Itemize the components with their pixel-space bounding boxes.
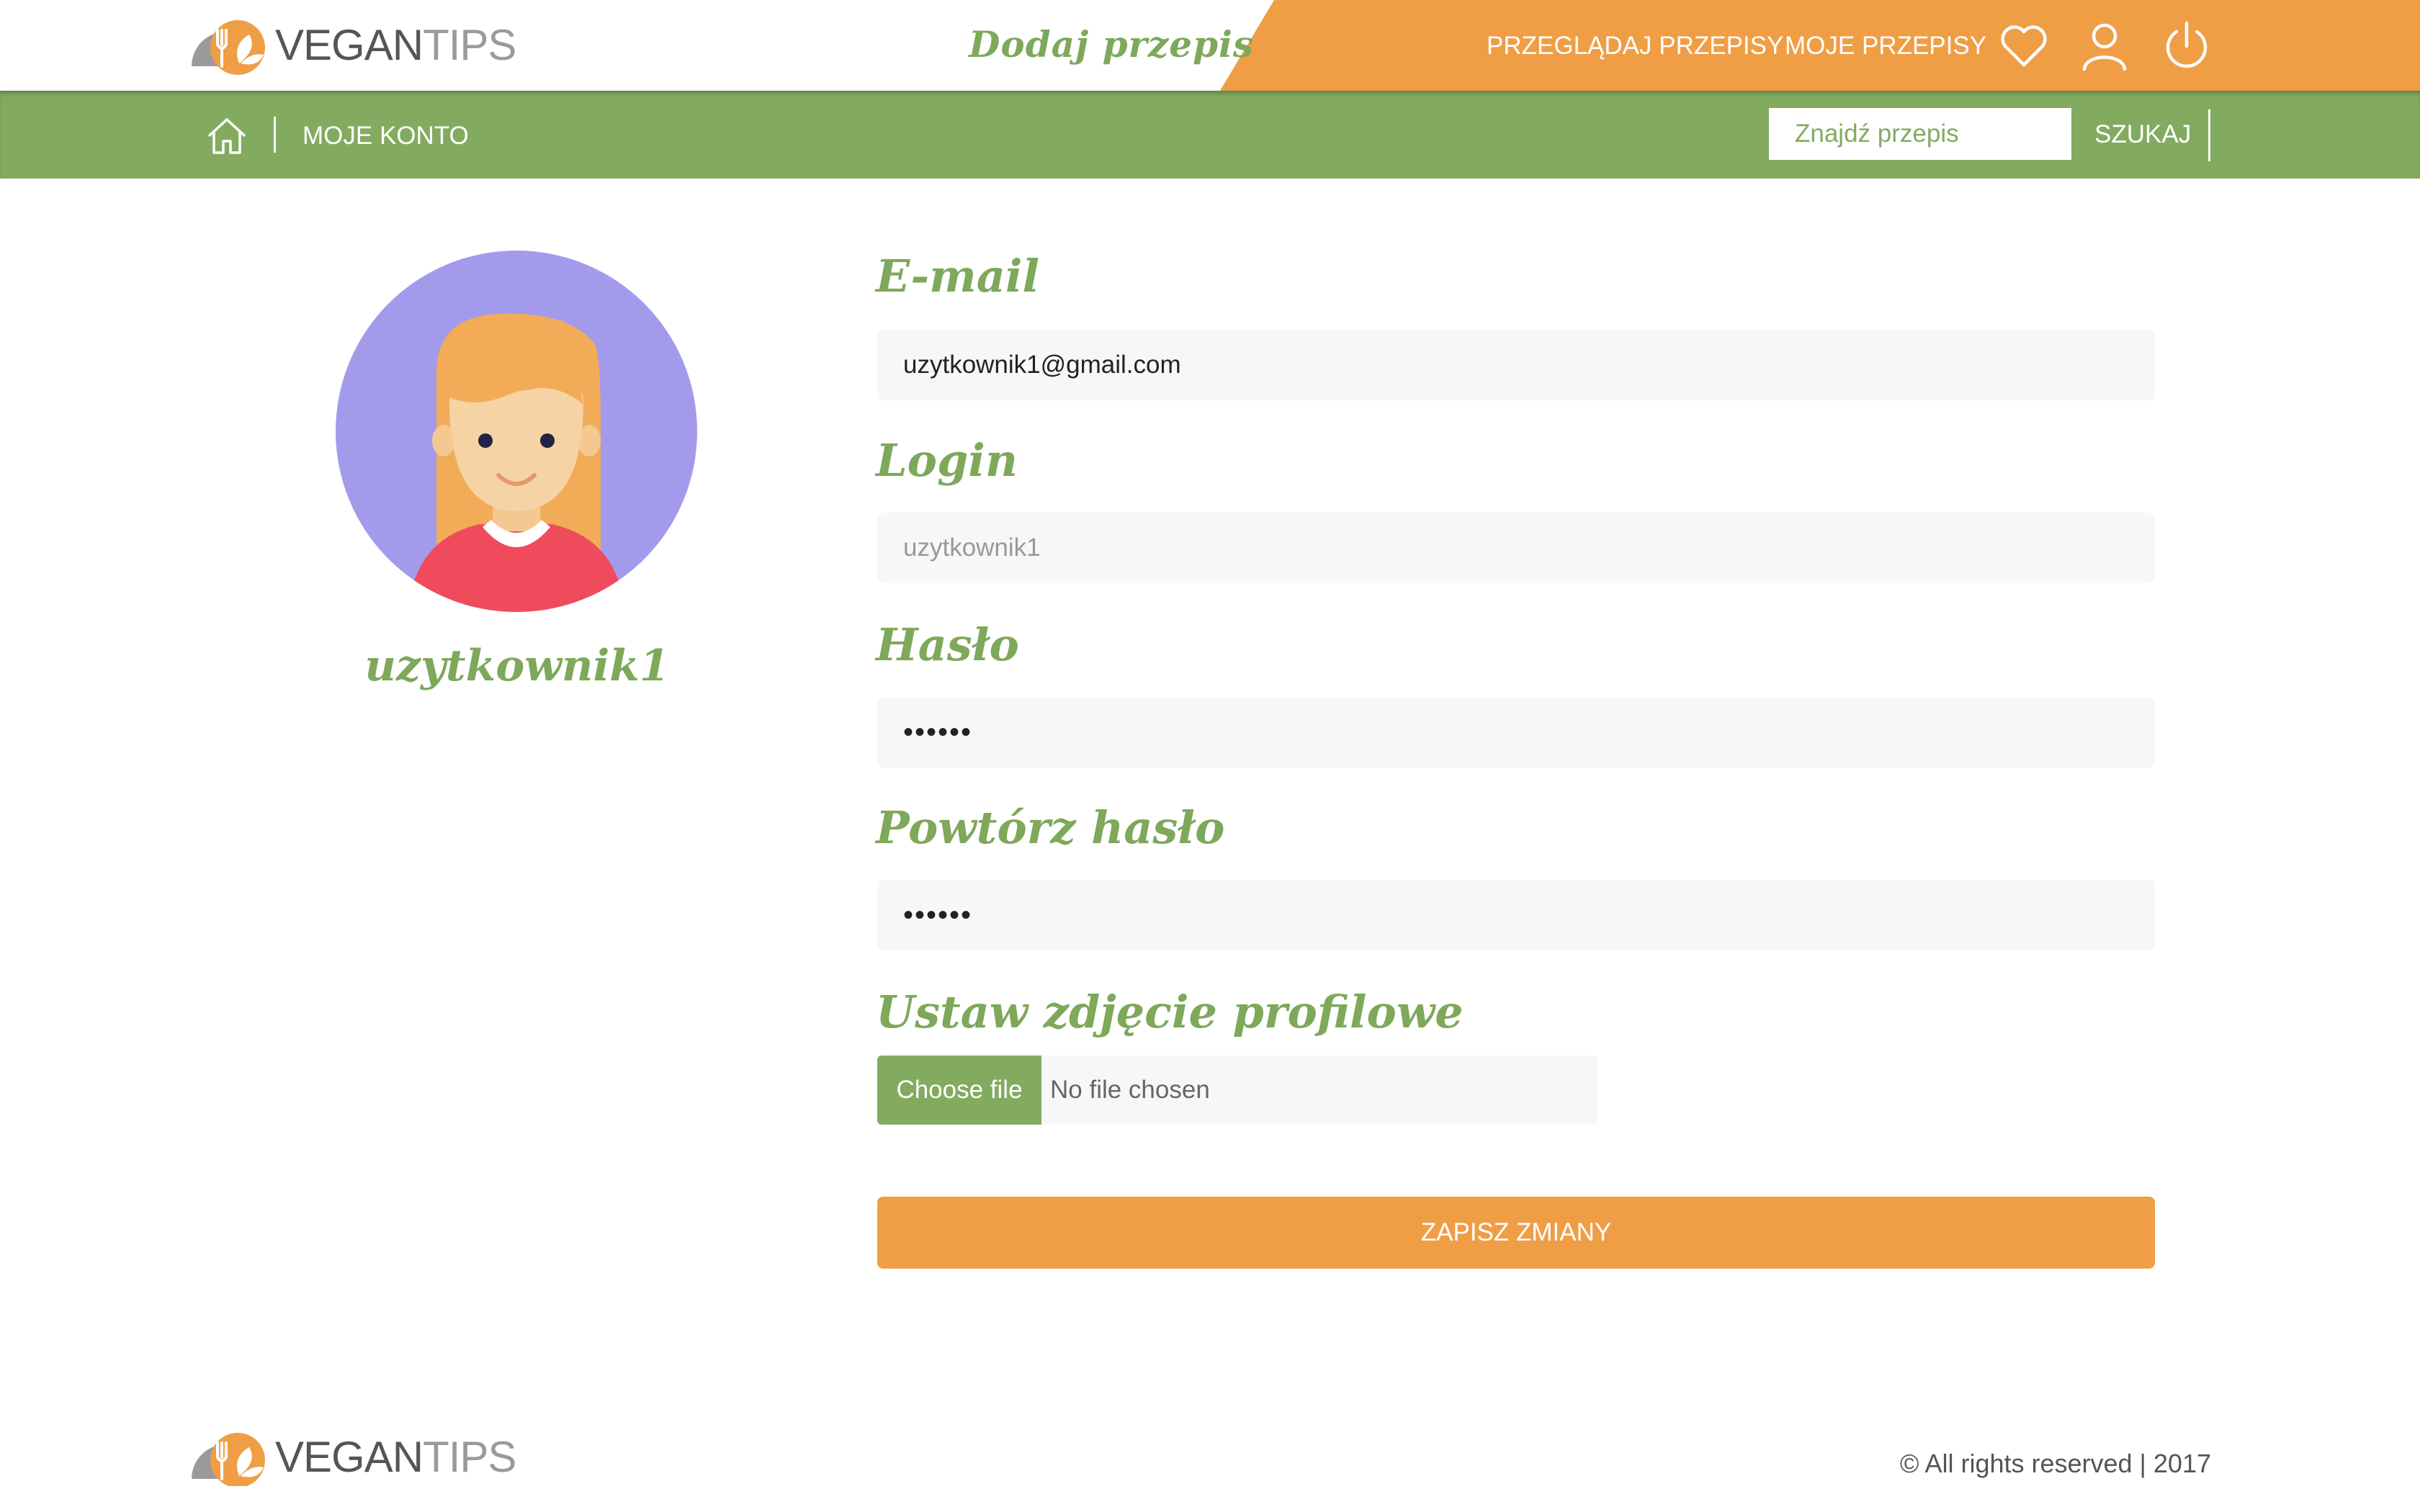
logo-text: VEGANTIPS <box>275 16 516 75</box>
logo-text-primary: VEGAN <box>275 21 424 69</box>
email-field[interactable]: uzytkownik1@gmail.com <box>877 330 2155 400</box>
search-button[interactable]: SZUKAJ <box>2094 117 2191 153</box>
avatar-illustration <box>336 251 697 612</box>
heart-icon[interactable] <box>1996 19 2051 73</box>
logo-text-secondary: TIPS <box>423 21 516 69</box>
email-label: E-mail <box>876 250 1040 302</box>
breadcrumb-divider <box>274 117 276 153</box>
nav-my-recipes[interactable]: MOJE PRZEPISY <box>1785 29 1986 63</box>
choose-file-button[interactable]: Choose file <box>877 1056 1041 1125</box>
profile-photo-file-input[interactable]: Choose file No file chosen <box>877 1056 1597 1125</box>
search-input[interactable] <box>1769 108 2071 160</box>
copyright-text: © All rights reserved | 2017 <box>1899 1449 2211 1478</box>
logo-icon <box>192 1433 265 1486</box>
login-field[interactable]: uzytkownik1 <box>877 513 2155 583</box>
password-repeat-label: Powtórz hasło <box>876 801 1225 854</box>
power-icon[interactable] <box>2159 19 2214 73</box>
login-label: Login <box>876 434 1018 487</box>
breadcrumb-my-account[interactable]: MOJE KONTO <box>302 118 469 154</box>
footer-logo-text-secondary: TIPS <box>423 1433 516 1481</box>
password-repeat-field[interactable]: •••••• <box>877 880 2155 950</box>
profile-username: uzytkownik1 <box>364 641 670 691</box>
footer-logo[interactable]: VEGANTIPS <box>189 1428 516 1486</box>
nav-browse-recipes[interactable]: PRZEGLĄDAJ PRZEPISY <box>1487 29 1783 63</box>
footer-logo-text: VEGANTIPS <box>275 1428 516 1486</box>
footer-logo-text-primary: VEGAN <box>275 1433 424 1481</box>
logo[interactable]: VEGANTIPS <box>189 16 516 75</box>
password-field[interactable]: •••••• <box>877 697 2155 768</box>
user-icon[interactable] <box>2077 19 2132 73</box>
top-header: VEGANTIPS Dodaj przepis PRZEGLĄDAJ PRZEP… <box>0 0 2420 91</box>
file-status-text: No file chosen <box>1050 1076 1210 1104</box>
profile-photo-label: Ustaw zdjęcie profilowe <box>876 986 1464 1038</box>
logo-icon <box>192 20 265 75</box>
search-divider <box>2208 109 2210 161</box>
home-icon[interactable] <box>205 115 248 156</box>
avatar <box>336 251 697 612</box>
save-changes-button[interactable]: ZAPISZ ZMIANY <box>877 1197 2155 1269</box>
sub-navigation-bar: MOJE KONTO SZUKAJ <box>0 91 2420 179</box>
add-recipe-link[interactable]: Dodaj przepis <box>969 16 1254 73</box>
password-label: Hasło <box>876 618 1019 671</box>
